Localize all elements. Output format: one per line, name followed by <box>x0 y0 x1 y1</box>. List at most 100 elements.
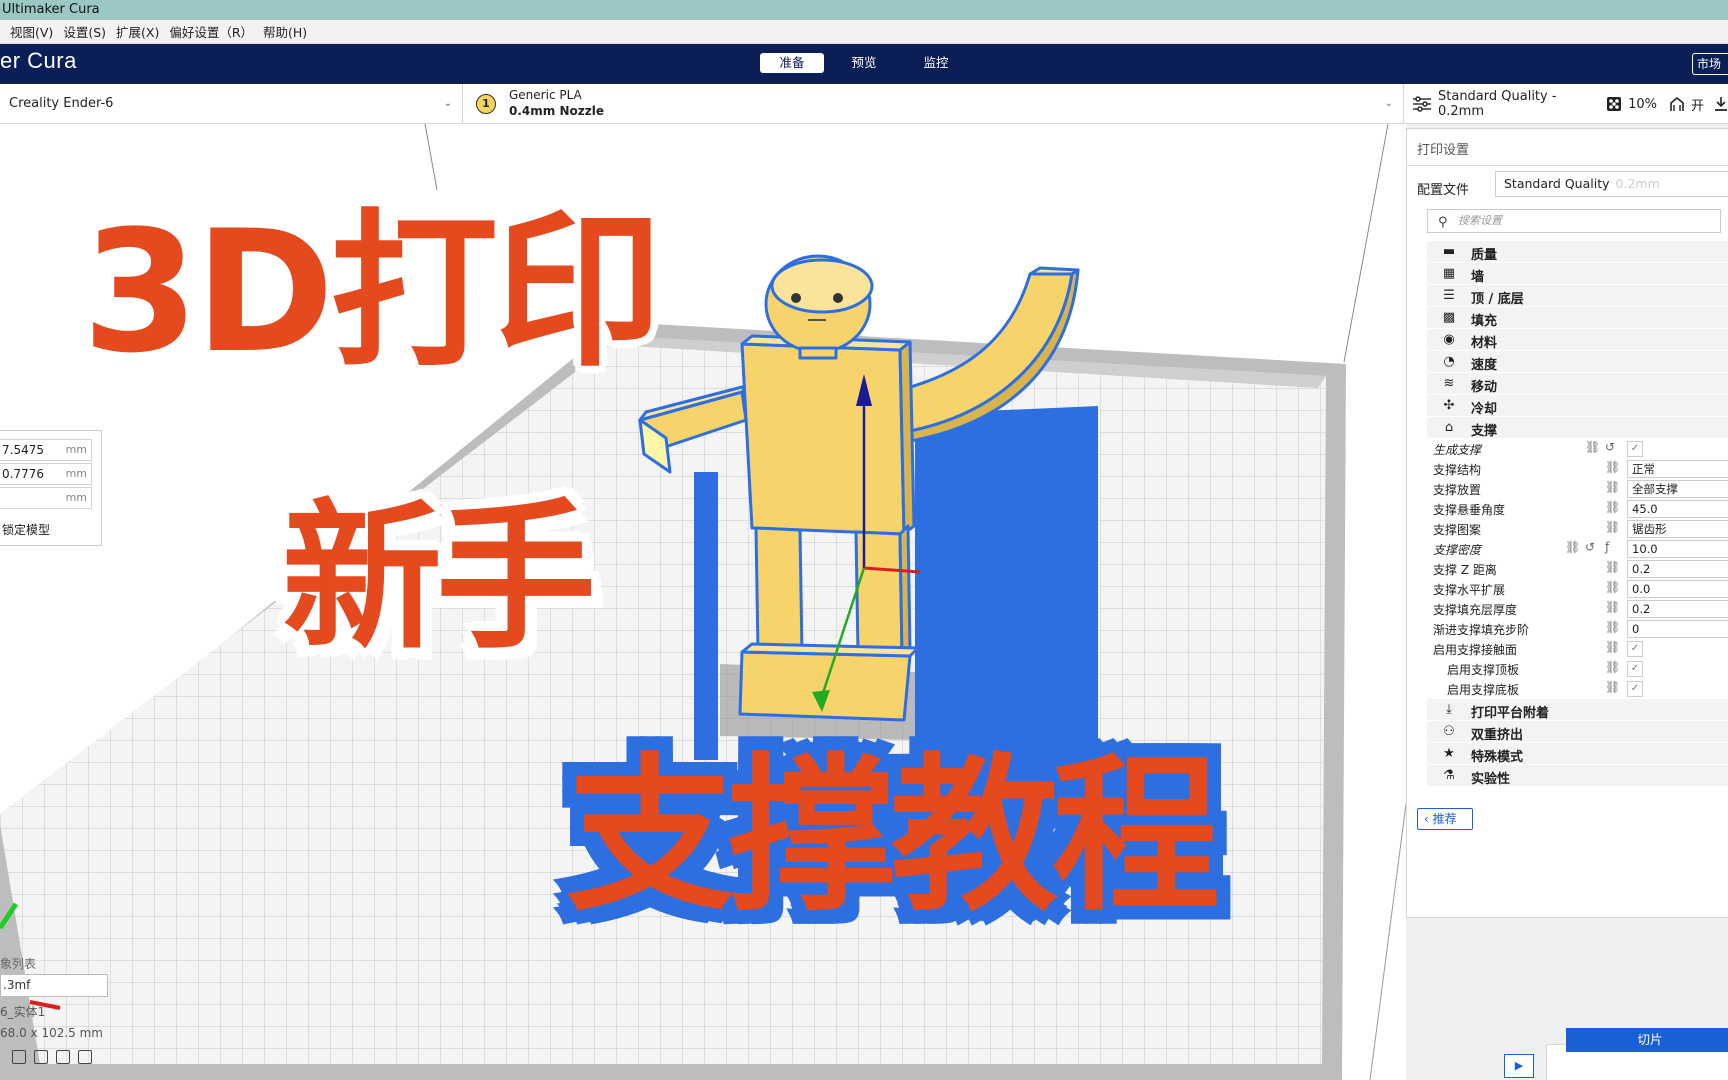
support-density-input[interactable]: 10.0 <box>1627 540 1728 558</box>
print-setup-summary[interactable]: Standard Quality - 0.2mm 10% 开 <box>1412 84 1728 124</box>
view-front-icon[interactable] <box>34 1050 48 1064</box>
overlay-title-support-tutorial: 支撑教程 <box>566 738 1220 934</box>
project-name-field[interactable]: .3mf <box>0 974 108 997</box>
menu-bar: 视图(V) 设置(S) 扩展(X) 偏好设置（R） 帮助(H) <box>0 20 1728 44</box>
link-icon[interactable]: ⛓ <box>1605 460 1620 474</box>
enable-support-floor-checkbox[interactable]: ✓ <box>1627 681 1643 697</box>
menu-settings[interactable]: 设置(S) <box>63 22 106 41</box>
menu-help[interactable]: 帮助(H) <box>263 22 307 41</box>
setting-enable-support-interface: 启用支撑接触面 ⛓ ✓ <box>1427 639 1728 659</box>
category-walls[interactable]: ▦ 墙 <box>1427 263 1728 285</box>
link-icon[interactable]: ⛓ <box>1605 580 1620 594</box>
generate-support-checkbox[interactable]: ✓ <box>1627 441 1643 457</box>
z-position-field[interactable]: mm <box>0 487 92 509</box>
support-z-distance-input[interactable]: 0.2 <box>1627 560 1728 578</box>
search-placeholder: 搜索设置 <box>1458 214 1502 227</box>
link-icon[interactable]: ⛓ <box>1605 660 1620 674</box>
reset-icon[interactable]: ↺ <box>1585 540 1595 554</box>
walls-icon: ▦ <box>1442 266 1456 281</box>
recommended-button[interactable]: ‹ 推荐 <box>1417 808 1473 830</box>
menu-view[interactable]: 视图(V) <box>10 22 53 41</box>
support-horizontal-expansion-input[interactable]: 0.0 <box>1627 580 1728 598</box>
play-icon[interactable]: ▶ <box>1504 1054 1534 1078</box>
profile-selector[interactable]: Standard Quality 0.2mm <box>1495 171 1728 197</box>
slice-button[interactable]: 切片 <box>1566 1028 1728 1052</box>
category-special-modes[interactable]: ★ 特殊模式 <box>1427 743 1728 765</box>
tab-preview[interactable]: 预览 <box>832 53 896 73</box>
link-icon[interactable]: ⛓ <box>1605 520 1620 534</box>
special-modes-icon: ★ <box>1443 746 1455 761</box>
category-cooling[interactable]: ✣ 冷却 <box>1427 395 1728 417</box>
link-icon[interactable]: ⛓ <box>1605 600 1620 614</box>
link-icon[interactable]: ⛓ <box>1565 540 1580 554</box>
tab-monitor[interactable]: 监控 <box>904 53 968 73</box>
support-pattern-select[interactable]: 锯齿形 <box>1627 520 1728 538</box>
window-title: Ultimaker Cura <box>2 2 100 17</box>
infill-icon <box>1606 96 1622 112</box>
overlay-title-3d-printing: 3D打印 <box>82 194 662 390</box>
enable-support-interface-checkbox[interactable]: ✓ <box>1627 641 1643 657</box>
app-header: er Cura 准备 预览 监控 市场 <box>0 44 1728 84</box>
category-travel[interactable]: ≋ 移动 <box>1427 373 1728 395</box>
marketplace-button[interactable]: 市场 <box>1692 53 1728 75</box>
view-3d-icon[interactable] <box>12 1050 26 1064</box>
settings-search-input[interactable]: ⚲ 搜索设置 <box>1427 209 1721 233</box>
menu-preferences[interactable]: 偏好设置（R） <box>169 22 253 41</box>
chevron-left-icon: ‹ <box>1424 812 1433 826</box>
support-structure-select[interactable]: 正常 <box>1627 460 1728 478</box>
category-dual-extrusion[interactable]: ⚇ 双重挤出 <box>1427 721 1728 743</box>
sliders-icon <box>1412 96 1432 112</box>
printer-selector[interactable]: Creality Ender-6 ⌄ <box>0 84 463 124</box>
link-icon[interactable]: ⛓ <box>1585 440 1600 454</box>
function-icon[interactable]: ƒ <box>1605 540 1609 554</box>
setting-support-z-distance: 支撑 Z 距离 ⛓ 0.2 <box>1427 559 1728 579</box>
setting-support-placement: 支撑放置 ⛓ 全部支撑 <box>1427 479 1728 499</box>
reset-icon[interactable]: ↺ <box>1605 440 1615 454</box>
link-icon[interactable]: ⛓ <box>1605 560 1620 574</box>
menu-extensions[interactable]: 扩展(X) <box>116 22 159 41</box>
lock-model-checkbox[interactable]: 锁定模型 <box>2 521 50 538</box>
x-position-field[interactable]: 7.5475 mm <box>0 439 92 461</box>
support-overhang-angle-input[interactable]: 45.0 <box>1627 500 1728 518</box>
setting-support-horizontal-expansion: 支撑水平扩展 ⛓ 0.0 <box>1427 579 1728 599</box>
dual-extrusion-icon: ⚇ <box>1443 724 1455 739</box>
y-position-field[interactable]: 0.7776 mm <box>0 463 92 485</box>
enable-support-roof-checkbox[interactable]: ✓ <box>1627 661 1643 677</box>
category-infill[interactable]: ▩ 填充 <box>1427 307 1728 329</box>
category-support[interactable]: ⌂ 支撑 <box>1427 417 1728 439</box>
infill-icon: ▩ <box>1442 310 1456 325</box>
gradual-support-infill-steps-input[interactable]: 0 <box>1627 620 1728 638</box>
support-placement-select[interactable]: 全部支撑 <box>1627 480 1728 498</box>
object-list-label[interactable]: 象列表 <box>0 955 36 972</box>
setting-support-overhang-angle: 支撑悬垂角度 ⛓ 45.0 <box>1427 499 1728 519</box>
category-top-bottom[interactable]: ☰ 顶 / 底层 <box>1427 285 1728 307</box>
adhesion-icon <box>1714 96 1728 112</box>
search-icon: ⚲ <box>1438 215 1448 230</box>
category-experimental[interactable]: ⚗ 实验性 <box>1427 765 1728 787</box>
support-icon: ⌂ <box>1444 420 1454 435</box>
recommended-label: 推荐 <box>1432 812 1457 826</box>
link-icon[interactable]: ⛓ <box>1605 500 1620 514</box>
tab-prepare[interactable]: 准备 <box>760 53 824 73</box>
category-quality[interactable]: ▬ 质量 <box>1427 241 1728 263</box>
view-side-icon[interactable] <box>78 1050 92 1064</box>
material-selector[interactable]: 1 Generic PLA 0.4mm Nozzle ⌄ <box>464 84 1404 124</box>
setting-enable-support-floor: 启用支撑底板 ⛓ ✓ <box>1427 679 1728 699</box>
link-icon[interactable]: ⛓ <box>1605 680 1620 694</box>
setting-support-infill-layer-thickness: 支撑填充层厚度 ⛓ 0.2 <box>1427 599 1728 619</box>
category-build-plate-adhesion[interactable]: ⤓ 打印平台附着 <box>1427 699 1728 721</box>
nozzle-size: 0.4mm Nozzle <box>509 104 604 118</box>
setting-support-structure: 支撑结构 ⛓ 正常 <box>1427 459 1728 479</box>
link-icon[interactable]: ⛓ <box>1605 640 1620 654</box>
category-material[interactable]: ◉ 材料 <box>1427 329 1728 351</box>
support-icon <box>1669 96 1685 112</box>
view-orientation-buttons <box>12 1050 92 1064</box>
link-icon[interactable]: ⛓ <box>1605 620 1620 634</box>
category-speed[interactable]: ◔ 速度 <box>1427 351 1728 373</box>
link-icon[interactable]: ⛓ <box>1605 480 1620 494</box>
brand-logo: er Cura <box>0 48 77 73</box>
top-bottom-icon: ☰ <box>1443 288 1455 303</box>
view-top-icon[interactable] <box>56 1050 70 1064</box>
support-infill-layer-thickness-input[interactable]: 0.2 <box>1627 600 1728 618</box>
object-dimensions: 68.0 x 102.5 mm <box>0 1026 103 1040</box>
